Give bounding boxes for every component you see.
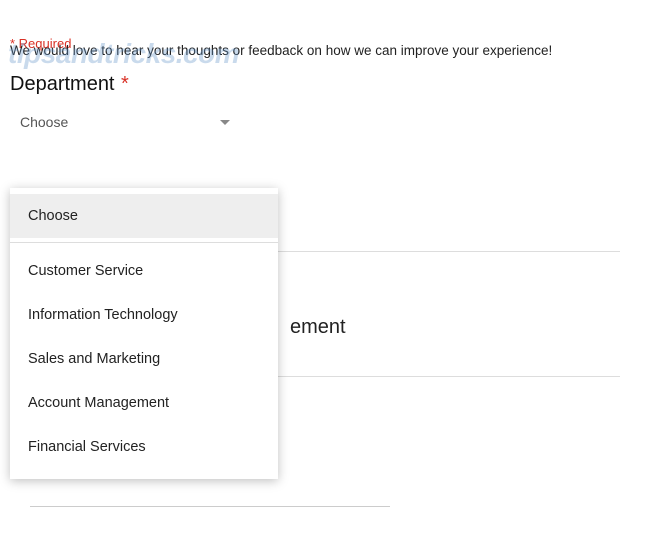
select-value: Choose <box>20 114 68 130</box>
option-financial-services[interactable]: Financial Services <box>10 425 278 469</box>
required-star: * <box>121 73 129 95</box>
option-choose[interactable]: Choose <box>10 194 278 238</box>
option-sales-marketing[interactable]: Sales and Marketing <box>10 337 278 381</box>
input-underline <box>30 506 390 507</box>
obscured-label-fragment: ement <box>290 316 346 339</box>
option-account-management[interactable]: Account Management <box>10 381 278 425</box>
dropdown-separator <box>10 242 278 243</box>
question-department: Department * Choose <box>10 73 644 138</box>
form-intro: We would love to hear your thoughts or f… <box>10 42 552 61</box>
chevron-down-icon <box>220 120 230 125</box>
department-select[interactable]: Choose <box>10 106 240 138</box>
option-information-technology[interactable]: Information Technology <box>10 293 278 337</box>
option-customer-service[interactable]: Customer Service <box>10 249 278 293</box>
question-label: Department <box>10 73 115 95</box>
department-dropdown: Choose Customer Service Information Tech… <box>10 188 278 479</box>
